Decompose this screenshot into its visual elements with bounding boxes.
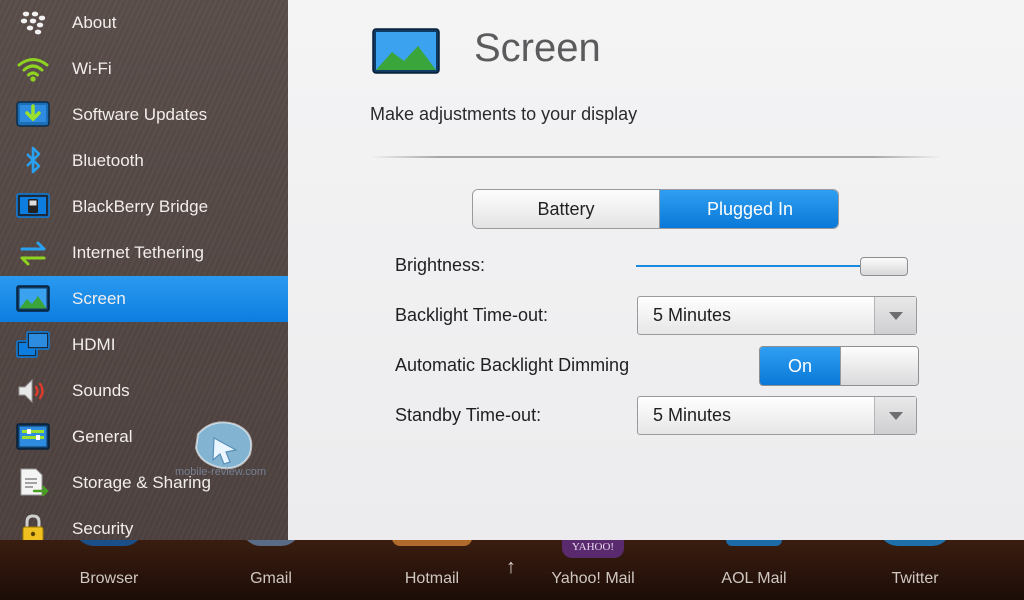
sidebar-item-label: General [72,427,133,446]
sidebar-item-bluetooth[interactable]: Bluetooth [0,138,288,184]
gmail-app-icon [241,540,301,546]
bluetooth-icon [26,146,41,174]
toggle-on-label: On [760,347,840,385]
screen-icon [16,285,50,312]
screen-icon [372,28,440,74]
backlight-timeout-label: Backlight Time-out: [395,305,549,325]
sidebar-item-sounds[interactable]: Sounds [0,368,288,414]
wifi-icon [17,58,49,82]
up-arrow-icon[interactable]: ↑ [500,556,522,578]
dock-app-aol-mail[interactable]: AOL Mail [674,540,834,600]
sidebar-item-hdmi[interactable]: HDMI [0,322,288,368]
power-mode-tabs: Battery Plugged In [472,189,839,229]
sidebar-item-screen[interactable]: Screen [0,276,288,322]
sidebar-item-security[interactable]: Security [0,506,288,540]
auto-dimming-label: Automatic Backlight Dimming [395,355,630,375]
toggle-knob[interactable] [840,347,918,385]
auto-dimming-toggle[interactable]: On [759,346,919,386]
sidebar-item-wifi[interactable]: Wi-Fi [0,46,288,92]
tab-plugged-in[interactable]: Plugged In [660,190,838,228]
tethering-icon [20,241,46,266]
sidebar-item-label: Wi-Fi [72,59,112,78]
dropdown-button[interactable] [874,297,916,334]
sidebar-item-internet-tethering[interactable]: Internet Tethering [0,230,288,276]
bridge-icon [16,193,50,218]
sidebar-item-software-updates[interactable]: Software Updates [0,92,288,138]
dock-app-yahoo-mail[interactable]: YAHOO! Yahoo! Mail [513,540,673,600]
dock-app-hotmail[interactable]: Hotmail [352,540,512,600]
sidebar-item-label: Security [72,519,134,538]
screen-settings-panel: Screen Make adjustments to your display … [288,0,1024,540]
standby-timeout-value: 5 Minutes [653,405,732,425]
dock-app-browser[interactable]: Browser [29,540,189,600]
aol-app-icon [726,540,782,546]
speaker-icon [18,378,44,404]
dock-app-gmail[interactable]: Gmail [191,540,351,600]
lock-icon [22,514,44,540]
brightness-label: Brightness: [395,255,486,275]
sidebar-item-blackberry-bridge[interactable]: BlackBerry Bridge [0,184,288,230]
backlight-timeout-value: 5 Minutes [653,305,732,325]
dock-app-twitter[interactable]: Twitter [835,540,995,600]
brightness-slider-track[interactable] [636,265,876,267]
section-divider [370,156,942,158]
dropdown-button[interactable] [874,397,916,434]
backlight-timeout-dropdown[interactable]: 5 Minutes [637,296,917,335]
twitter-app-icon [878,540,952,546]
sidebar-item-label: Software Updates [72,105,208,124]
download-icon [16,101,50,127]
yahoo-app-icon: YAHOO! [562,540,624,558]
sidebar-item-about[interactable]: About [0,0,288,46]
watermark-text: mobile-review.com [175,466,267,478]
sidebar-item-label: Screen [72,289,126,308]
sidebar-item-label: HDMI [72,335,116,354]
brightness-slider-thumb[interactable] [860,257,909,276]
tab-battery[interactable]: Battery [473,190,660,228]
chevron-down-icon [889,412,903,420]
standby-timeout-dropdown[interactable]: 5 Minutes [637,396,917,435]
sidebar-item-label: BlackBerry Bridge [72,197,209,216]
chevron-down-icon [889,312,903,320]
page-subtitle: Make adjustments to your display [370,104,638,124]
hotmail-app-icon [392,540,472,546]
sidebar-item-label: Internet Tethering [72,243,204,262]
hdmi-icon [16,331,50,358]
blackberry-logo-icon [20,11,46,35]
sidebar-item-label: About [72,13,117,32]
browser-app-icon [74,540,144,546]
page-title: Screen [474,26,601,70]
sidebar-item-label: Bluetooth [72,151,144,170]
general-icon [16,423,50,450]
sidebar-item-label: Sounds [72,381,130,400]
storage-icon [20,468,49,497]
standby-timeout-label: Standby Time-out: [395,405,542,425]
